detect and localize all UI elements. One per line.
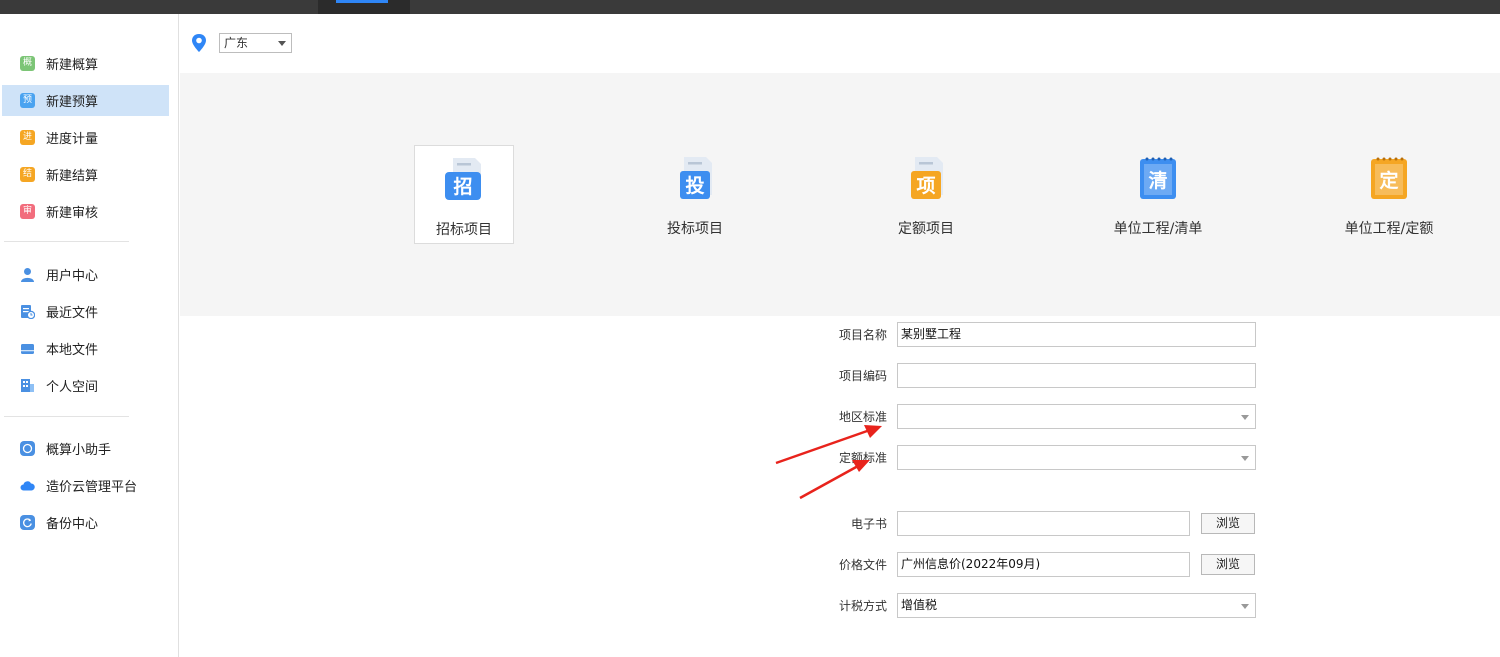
- sidebar-item-label: 概算小助手: [46, 443, 112, 458]
- sidebar-item-cloud-platform[interactable]: 造价云管理平台: [2, 470, 169, 501]
- project-name-label: 项目名称: [838, 328, 887, 342]
- tax-method-label: 计税方式: [838, 599, 887, 613]
- unit-list-doc-icon: 清: [1135, 155, 1181, 201]
- project-code-input[interactable]: [897, 363, 1256, 388]
- unit-quota-doc-icon: 定: [1366, 155, 1412, 201]
- region-standard-dropdown[interactable]: [897, 404, 1256, 429]
- ebook-label: 电子书: [850, 517, 887, 531]
- region-selector: 广东: [190, 33, 292, 53]
- sidebar-item-user-center[interactable]: 用户中心: [2, 259, 169, 290]
- sidebar-item-label: 个人空间: [46, 380, 99, 395]
- price-file-input[interactable]: 广州信息价(2022年09月): [897, 552, 1190, 577]
- project-type-glyph: 清: [1148, 169, 1167, 192]
- chevron-down-icon: [1241, 604, 1249, 609]
- ebook-input[interactable]: [897, 511, 1190, 536]
- sidebar-item-label: 最近文件: [46, 306, 99, 321]
- sidebar-item-label: 新建概算: [46, 58, 99, 73]
- yu-icon: 预: [20, 93, 35, 108]
- chevron-down-icon: [1241, 456, 1249, 461]
- location-pin-icon: [190, 33, 208, 53]
- sidebar-item-backup-center[interactable]: 备份中心: [2, 507, 169, 538]
- project-type-label: 定额项目: [898, 221, 954, 237]
- ebook-browse-button[interactable]: 浏览: [1201, 513, 1255, 534]
- form-row-tax-method: 计税方式 增值税: [780, 593, 1256, 618]
- chevron-down-icon: [1241, 415, 1249, 420]
- project-type-bid[interactable]: 投 投标项目: [645, 145, 745, 244]
- sidebar-item-new-audit[interactable]: 审 新建审核: [2, 196, 169, 227]
- jin-icon: 进: [20, 130, 35, 145]
- sidebar-item-label: 进度计量: [46, 132, 99, 147]
- sidebar-divider: [4, 241, 129, 242]
- tax-method-dropdown[interactable]: 增值税: [897, 593, 1256, 618]
- project-type-label: 投标项目: [667, 221, 723, 237]
- sidebar-item-assistant[interactable]: 概算小助手: [2, 433, 169, 464]
- project-type-glyph: 投: [685, 174, 704, 197]
- sidebar: 概 新建概算 预 新建预算 进 进度计量 结 新建结算 审 新建审核 用户中心 …: [0, 14, 179, 657]
- annotation-arrow-quota-standard: [799, 460, 870, 500]
- project-type-label: 单位工程/清单: [1113, 221, 1203, 237]
- project-code-label: 项目编码: [838, 369, 887, 383]
- gai-icon: 概: [20, 56, 35, 71]
- sidebar-item-label: 用户中心: [46, 269, 99, 284]
- active-tab-indicator: [336, 0, 388, 3]
- top-tab[interactable]: [318, 0, 410, 14]
- project-type-tender[interactable]: 招 招标项目: [414, 145, 514, 244]
- quota-standard-dropdown[interactable]: [897, 445, 1256, 470]
- sidebar-item-new-budget[interactable]: 预 新建预算: [2, 85, 169, 116]
- sidebar-item-label: 新建结算: [46, 169, 99, 184]
- bid-doc-icon: 投: [672, 155, 718, 201]
- price-file-label: 价格文件: [838, 558, 887, 572]
- assistant-icon: [20, 441, 35, 456]
- project-type-panel: 招 招标项目 投 投标项目 项 定额项目 清 单位工程/清单 定 单位工程/定额: [180, 73, 1500, 316]
- backup-icon: [20, 515, 35, 530]
- project-type-quota[interactable]: 项 定额项目: [876, 145, 976, 244]
- local-file-icon: [20, 341, 35, 356]
- tender-doc-icon: 招: [441, 156, 487, 202]
- project-type-glyph: 项: [916, 175, 935, 197]
- sidebar-item-new-estimate[interactable]: 概 新建概算: [2, 48, 169, 79]
- jie-icon: 结: [20, 167, 35, 182]
- recent-file-icon: [20, 304, 35, 319]
- project-type-unit-quota[interactable]: 定 单位工程/定额: [1339, 145, 1439, 244]
- region-dropdown-value: 广东: [224, 36, 249, 50]
- sidebar-item-label: 本地文件: [46, 343, 99, 358]
- annotation-arrows: [775, 425, 882, 500]
- cloud-icon: [20, 478, 35, 493]
- sidebar-item-local-files[interactable]: 本地文件: [2, 333, 169, 364]
- form-row-price-file: 价格文件 广州信息价(2022年09月) 浏览: [780, 552, 1255, 577]
- personal-space-icon: [20, 378, 35, 393]
- annotation-arrow-region-standard: [775, 425, 882, 465]
- price-file-browse-button[interactable]: 浏览: [1201, 554, 1255, 575]
- quota-doc-icon: 项: [903, 155, 949, 201]
- project-type-label: 招标项目: [436, 222, 492, 238]
- project-name-input[interactable]: 某别墅工程: [897, 322, 1256, 347]
- sidebar-item-label: 备份中心: [46, 517, 99, 532]
- shen-icon: 审: [20, 204, 35, 219]
- sidebar-item-personal-space[interactable]: 个人空间: [2, 370, 169, 401]
- form-row-project-code: 项目编码: [780, 363, 1256, 388]
- project-type-glyph: 招: [453, 175, 472, 198]
- sidebar-item-label: 造价云管理平台: [46, 480, 138, 495]
- project-type-glyph: 定: [1379, 169, 1398, 192]
- project-type-unit-list[interactable]: 清 单位工程/清单: [1108, 145, 1208, 244]
- top-title-bar: [0, 0, 1500, 14]
- sidebar-item-label: 新建审核: [46, 206, 99, 221]
- form-row-ebook: 电子书 浏览: [780, 511, 1255, 536]
- sidebar-item-new-settlement[interactable]: 结 新建结算: [2, 159, 169, 190]
- sidebar-item-recent-files[interactable]: 最近文件: [2, 296, 169, 327]
- sidebar-item-progress[interactable]: 进 进度计量: [2, 122, 169, 153]
- form-row-project-name: 项目名称 某别墅工程: [780, 322, 1256, 347]
- region-dropdown[interactable]: 广东: [219, 33, 292, 53]
- user-icon: [20, 267, 35, 282]
- project-type-label: 单位工程/定额: [1344, 221, 1434, 237]
- tax-method-value: 增值税: [901, 598, 938, 612]
- sidebar-divider: [4, 416, 129, 417]
- chevron-down-icon: [278, 41, 286, 46]
- sidebar-item-label: 新建预算: [46, 95, 99, 110]
